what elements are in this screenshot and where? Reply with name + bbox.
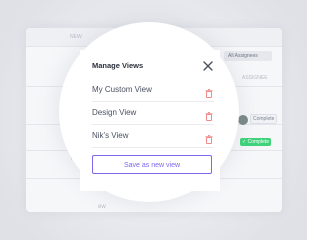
save-as-new-view-button[interactable]: Save as new view — [92, 155, 212, 174]
view-item-label: My Custom View — [92, 85, 152, 94]
view-item-label: Design View — [92, 108, 137, 117]
background-bottom-label: ew — [98, 204, 106, 210]
modal-title: Manage Views — [92, 61, 144, 70]
trash-icon[interactable] — [205, 85, 213, 98]
background-topbar-label: NEW — [70, 34, 82, 40]
trash-icon[interactable] — [205, 108, 213, 121]
view-item-my-custom-view[interactable]: My Custom View — [92, 80, 214, 102]
status-badge: ✓ Complete — [240, 138, 271, 146]
assignees-filter-label: All Assignees — [228, 53, 258, 59]
status-chip: Complete — [250, 114, 278, 124]
view-item-label: Nik's View — [92, 131, 129, 140]
close-icon[interactable] — [202, 59, 214, 71]
trash-icon[interactable] — [205, 131, 213, 144]
assignee-column-header: ASSIGNEE — [242, 75, 268, 81]
view-item-design-view[interactable]: Design View — [92, 103, 214, 125]
view-item-niks-view[interactable]: Nik's View — [92, 126, 214, 148]
avatar — [238, 115, 248, 125]
manage-views-modal: Manage Views My Custom View Design View — [80, 50, 220, 191]
